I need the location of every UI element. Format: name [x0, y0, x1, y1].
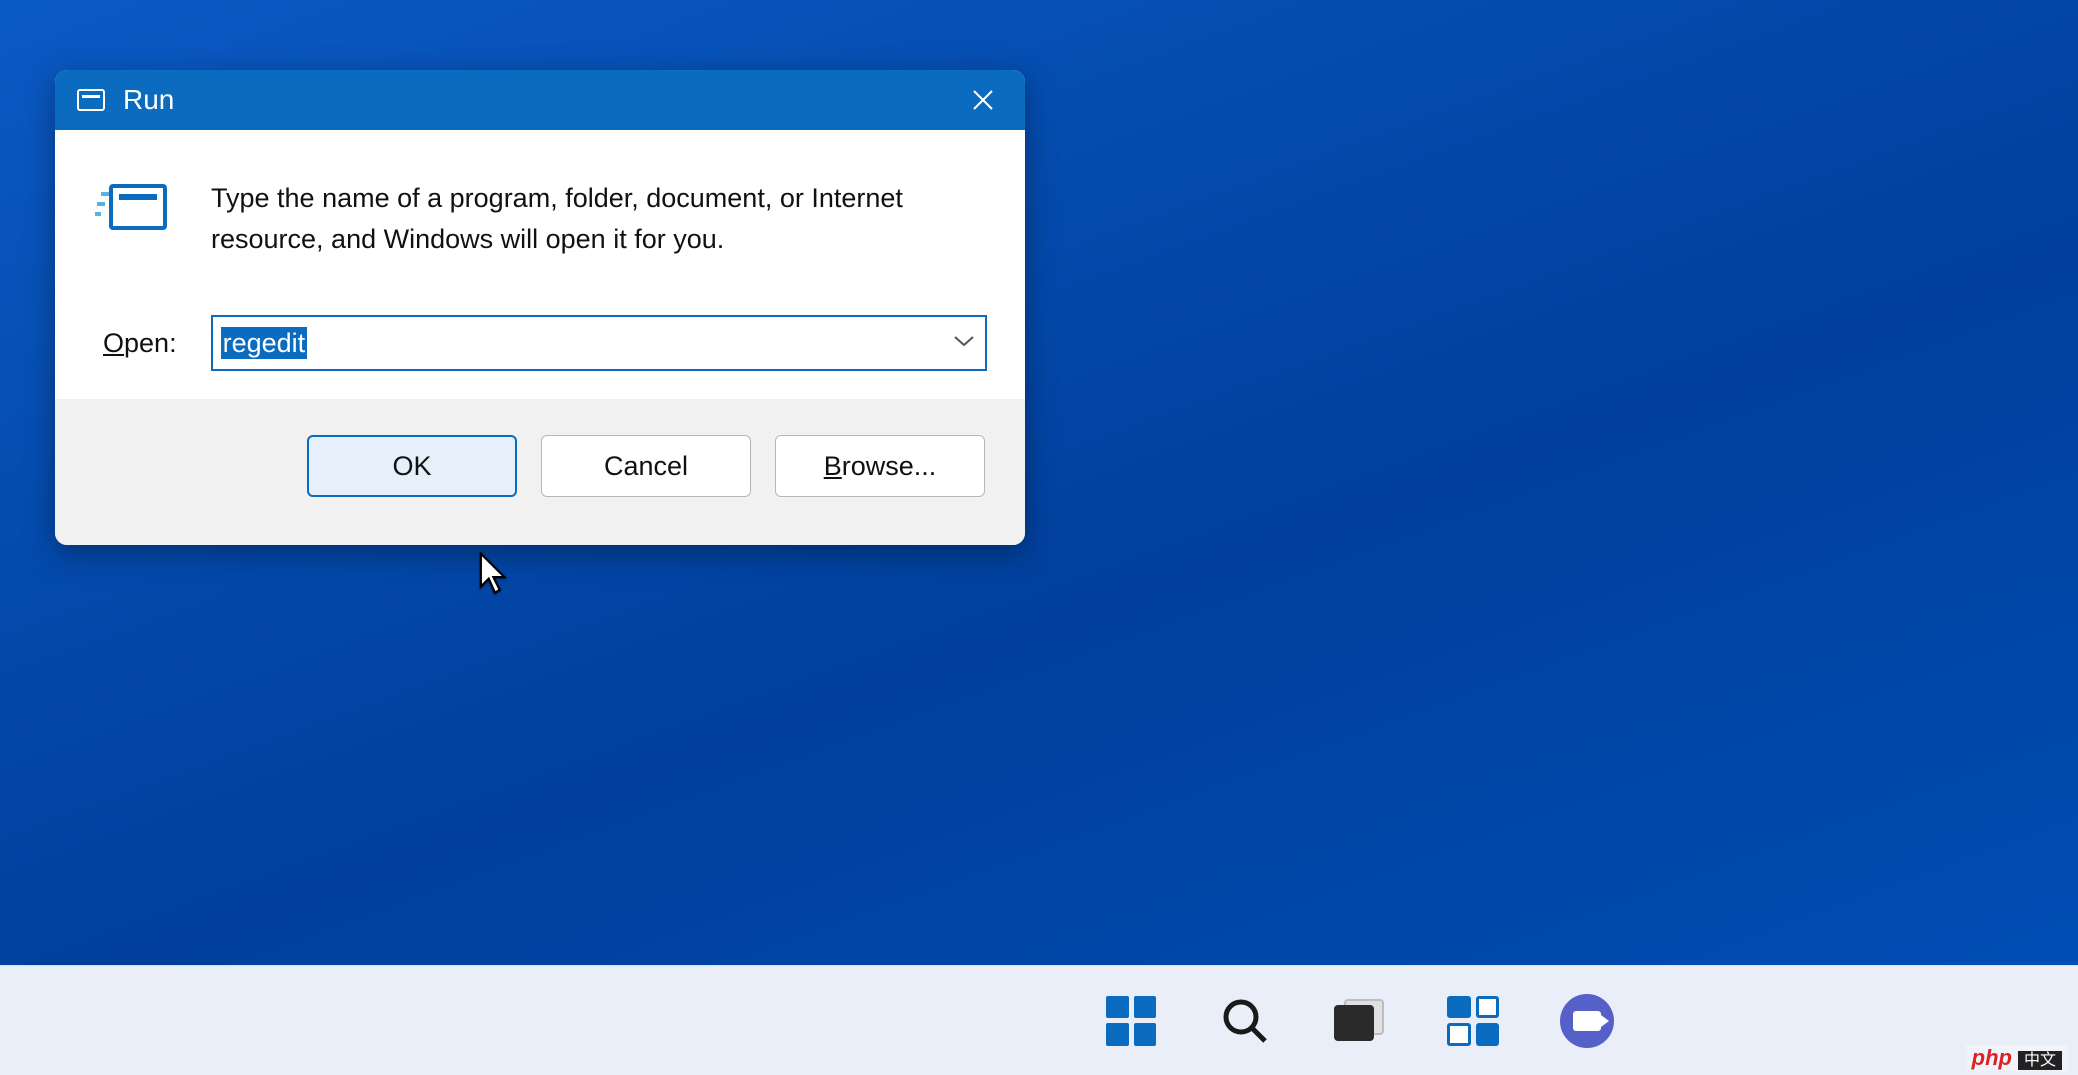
ok-button-label: OK: [392, 451, 431, 482]
dialog-description: Type the name of a program, folder, docu…: [211, 178, 971, 259]
widgets-icon: [1447, 996, 1499, 1046]
mouse-cursor-icon: [478, 552, 512, 601]
chevron-down-icon[interactable]: [953, 334, 975, 353]
ok-button[interactable]: OK: [307, 435, 517, 497]
run-program-icon: [103, 178, 167, 230]
run-icon: [77, 89, 105, 111]
close-button[interactable]: [959, 76, 1007, 124]
widgets-button[interactable]: [1444, 992, 1502, 1050]
window-title: Run: [123, 84, 174, 116]
dialog-footer: OK Cancel Browse...: [55, 399, 1025, 545]
cancel-button[interactable]: Cancel: [541, 435, 751, 497]
open-input-value[interactable]: regedit: [221, 327, 308, 359]
search-button[interactable]: [1216, 992, 1274, 1050]
chat-icon: [1560, 994, 1614, 1048]
browse-button[interactable]: Browse...: [775, 435, 985, 497]
run-dialog: Run Type the name of a program, folder, …: [55, 70, 1025, 545]
start-button[interactable]: [1102, 992, 1160, 1050]
task-view-icon: [1334, 999, 1384, 1043]
chat-button[interactable]: [1558, 992, 1616, 1050]
open-combobox[interactable]: regedit: [211, 315, 987, 371]
watermark: php中文: [1966, 1045, 2068, 1071]
dialog-body: Type the name of a program, folder, docu…: [55, 130, 1025, 399]
taskbar: [0, 965, 2078, 1075]
open-label: Open:: [103, 328, 177, 359]
cancel-button-label: Cancel: [604, 451, 688, 482]
browse-button-label: Browse...: [824, 451, 937, 482]
windows-logo-icon: [1106, 996, 1156, 1046]
desktop: Run Type the name of a program, folder, …: [0, 0, 2078, 1075]
titlebar[interactable]: Run: [55, 70, 1025, 130]
search-icon: [1219, 995, 1271, 1047]
task-view-button[interactable]: [1330, 992, 1388, 1050]
close-icon: [972, 89, 994, 111]
